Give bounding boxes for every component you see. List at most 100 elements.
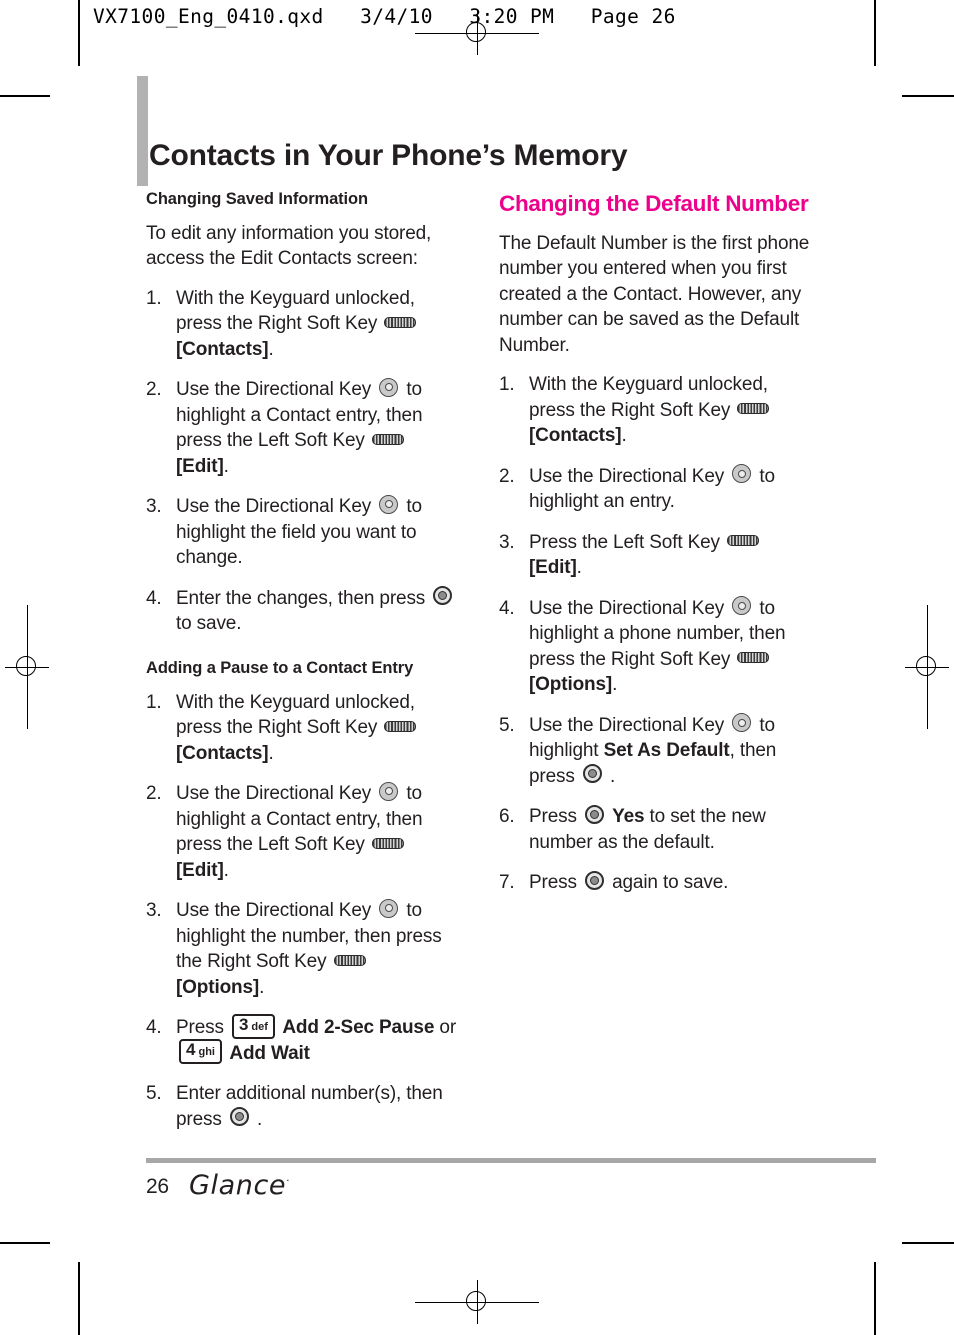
section-intro-changing-the-default-number: The Default Number is the first phone nu… — [499, 232, 810, 356]
step-text: . — [604, 765, 616, 787]
step-emphasis: Set As Default — [603, 740, 730, 762]
step-text: Use the Directional Key — [176, 379, 377, 401]
step-number: 1. — [146, 691, 162, 713]
step-text: . — [612, 674, 618, 696]
step-number: 2. — [146, 783, 162, 805]
step-text: to save. — [176, 613, 242, 635]
step-item: 1. With the Keyguard unlocked, press the … — [146, 286, 456, 363]
step-text: . — [251, 1108, 263, 1130]
soft-key-icon — [384, 720, 417, 732]
footer-brand-logo-text: Glance — [189, 1170, 287, 1201]
step-item: 2. Use the Directional Key to highlight a… — [146, 377, 456, 479]
step-number: 3. — [499, 531, 515, 553]
step-item: 4. Use the Directional Key to highlight a… — [499, 596, 811, 698]
keypad-key-digit: 4 — [186, 1040, 196, 1060]
step-emphasis: [Options] — [176, 976, 260, 998]
step-text: Use the Directional Key — [529, 714, 730, 736]
step-emphasis: Yes — [612, 806, 645, 828]
step-number: 7. — [499, 872, 515, 894]
step-item: 3. Use the Directional Key to highlight t… — [146, 898, 456, 1000]
step-text: . — [259, 976, 265, 998]
step-text: Press — [529, 872, 582, 894]
step-emphasis: [Contacts] — [529, 425, 622, 447]
keypad-key-3-icon: 3 def — [231, 1013, 275, 1039]
footer-brand-logo: Glance· — [189, 1170, 290, 1201]
step-text: Press the Left Soft Key — [529, 531, 726, 553]
step-item: 3. Press the Left Soft Key [Edit]. — [499, 530, 811, 581]
step-number: 3. — [146, 496, 162, 518]
step-item: 4. Press 3 def Add 2-Sec Pause or 4 ghi Add… — [146, 1013, 457, 1066]
footer-rule — [146, 1158, 876, 1163]
soft-key-icon — [384, 316, 417, 328]
step-item: 1. With the Keyguard unlocked, press the … — [146, 690, 456, 767]
step-text: . — [576, 557, 582, 579]
step-text: Use the Directional Key — [176, 496, 377, 518]
keypad-key-letters: def — [251, 1020, 268, 1033]
directional-key-icon — [732, 596, 752, 616]
step-text: With the Keyguard unlocked, press the Ri… — [176, 287, 415, 335]
step-text: With the Keyguard unlocked, press the Ri… — [176, 691, 415, 739]
step-text: Use the Directional Key — [529, 465, 730, 487]
step-text: again to save. — [606, 872, 729, 894]
step-text: Press — [529, 806, 582, 828]
manual-page: Contacts in Your Phone’s Memory Changing… — [0, 0, 954, 1335]
keypad-key-4-icon: 4 ghi — [179, 1039, 222, 1065]
left-column: Changing Saved Information To edit any i… — [146, 190, 456, 1147]
step-item: 7. Press again to save. — [499, 870, 811, 896]
keypad-key-letters: ghi — [198, 1046, 215, 1059]
soft-key-icon — [333, 954, 366, 966]
step-item: 2. Use the Directional Key to highlight a… — [499, 464, 811, 515]
footer-brand-logo-tm: · — [286, 1174, 291, 1187]
steps-changing-the-default-number: 1. With the Keyguard unlocked, press the … — [499, 372, 811, 896]
step-item: 3. Use the Directional Key to highlight t… — [146, 494, 456, 571]
step-number: 5. — [499, 714, 515, 736]
step-text: Use the Directional Key — [176, 783, 377, 805]
step-emphasis: [Contacts] — [176, 742, 269, 764]
steps-changing-saved-information: 1. With the Keyguard unlocked, press the … — [146, 286, 456, 637]
step-text: Use the Directional Key — [529, 597, 730, 619]
ok-key-icon — [433, 586, 453, 606]
directional-key-icon — [379, 781, 399, 801]
step-item: 5. Use the Directional Key to highlight S… — [499, 713, 811, 790]
step-text: Use the Directional Key — [176, 900, 377, 922]
right-column: Changing the Default Number The Default … — [499, 190, 811, 911]
directional-key-icon — [732, 464, 752, 484]
soft-key-icon — [727, 535, 760, 547]
step-emphasis: Add 2-Sec Pause — [277, 1017, 435, 1039]
step-item: 2. Use the Directional Key to highlight a… — [146, 781, 456, 883]
step-emphasis: [Edit] — [176, 455, 224, 477]
soft-key-icon — [371, 837, 404, 849]
step-number: 1. — [146, 287, 162, 309]
step-number: 2. — [499, 465, 515, 487]
step-emphasis: [Options] — [529, 674, 613, 696]
step-number: 2. — [146, 379, 162, 401]
step-text: . — [621, 425, 627, 447]
step-item: 4. Enter the changes, then press to save. — [146, 586, 456, 637]
step-emphasis: [Edit] — [529, 557, 577, 579]
section-heading-changing-the-default-number: Changing the Default Number — [499, 191, 809, 216]
step-number: 4. — [146, 587, 162, 609]
directional-key-icon — [379, 898, 399, 918]
step-text: . — [223, 455, 229, 477]
step-number: 4. — [499, 597, 515, 619]
step-item: 6. Press Yes to set the new number as the… — [499, 804, 811, 855]
section-heading-changing-saved-information: Changing Saved Information — [146, 190, 368, 208]
step-item: 5. Enter additional number(s), then press… — [146, 1081, 456, 1132]
keypad-key-digit: 3 — [238, 1014, 249, 1034]
step-number: 1. — [499, 374, 515, 396]
soft-key-icon — [371, 433, 404, 445]
ok-key-icon — [229, 1107, 249, 1127]
step-text: or — [434, 1017, 457, 1039]
step-number: 5. — [146, 1083, 162, 1105]
step-text: Enter additional number(s), then press — [176, 1083, 443, 1130]
directional-key-icon — [379, 494, 399, 514]
ok-key-icon — [584, 804, 604, 824]
step-text: . — [268, 338, 274, 360]
footer-page-number: 26 — [146, 1175, 169, 1198]
step-number: 3. — [146, 900, 162, 922]
ok-key-icon — [582, 764, 602, 784]
step-number: 4. — [146, 1017, 162, 1039]
step-emphasis: [Contacts] — [176, 338, 269, 360]
step-text: . — [223, 859, 229, 881]
step-emphasis: [Edit] — [176, 859, 224, 881]
